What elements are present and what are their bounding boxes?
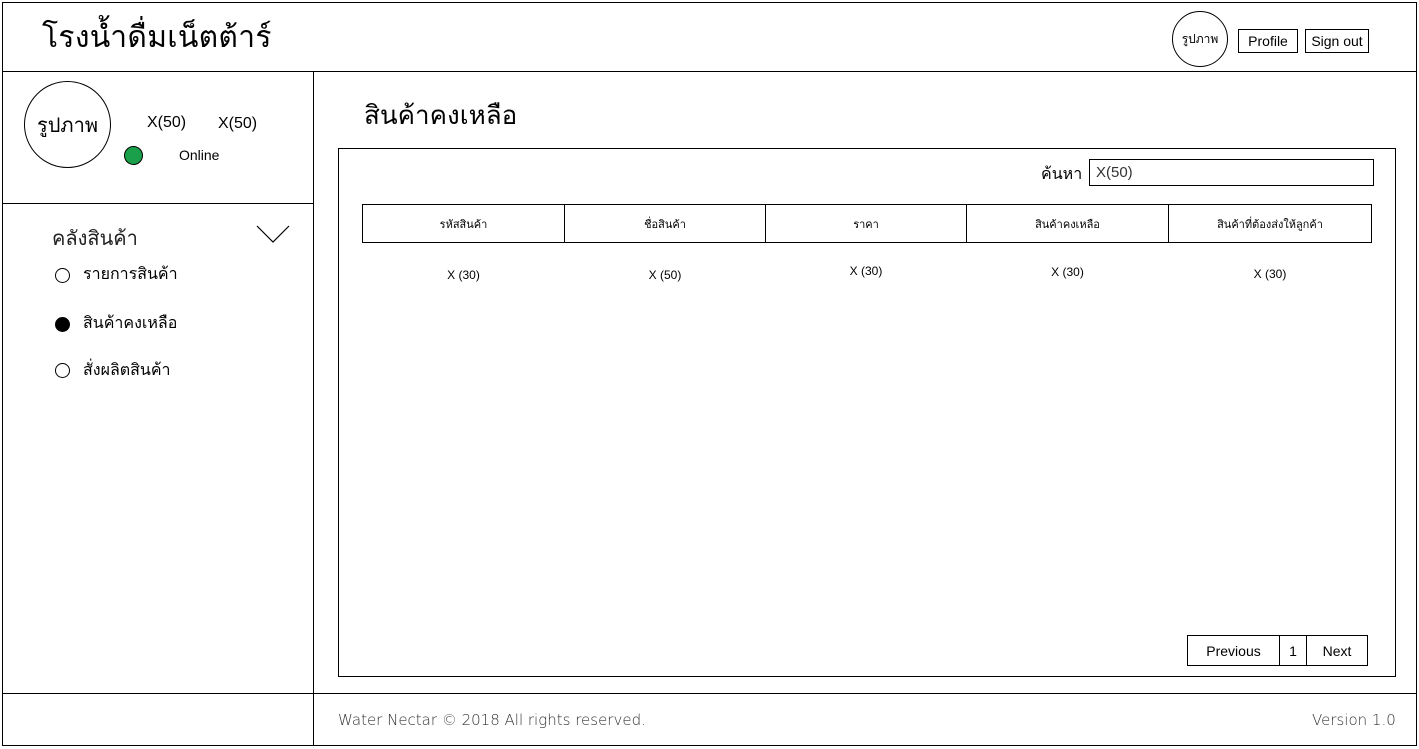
user-field-1: X(50) (147, 114, 187, 131)
sidebar-section-title[interactable]: คลังสินค้า (52, 222, 138, 254)
profile-button[interactable]: Profile (1238, 29, 1298, 53)
status-online-icon (124, 146, 143, 165)
page-1-button[interactable]: 1 (1279, 635, 1307, 666)
header-avatar[interactable]: รูปภาพ (1172, 11, 1228, 67)
header-avatar-label: รูปภาพ (1181, 31, 1219, 46)
table-cell-price: X (30) (849, 264, 883, 278)
table-cell-to-deliver: X (30) (1253, 267, 1287, 281)
user-avatar: รูปภาพ (24, 81, 111, 168)
column-header-product-name[interactable]: ชื่อสินค้า (564, 204, 766, 243)
user-panel-divider (2, 203, 314, 204)
column-header-price[interactable]: ราคา (765, 204, 967, 243)
column-header-stock-remaining[interactable]: สินค้าคงเหลือ (966, 204, 1169, 243)
footer-copyright: Water Nectar © 2018 All rights reserved. (338, 711, 646, 729)
sidebar-item-label: รายการสินค้า (83, 264, 178, 283)
sidebar-item-label: สินค้าคงเหลือ (83, 313, 178, 332)
search-input[interactable]: X(50) (1089, 159, 1374, 186)
radio-selected-icon (55, 317, 70, 332)
column-header-to-deliver[interactable]: สินค้าที่ต้องส่งให้ลูกค้า (1168, 204, 1372, 243)
radio-icon (55, 363, 70, 378)
user-avatar-label: รูปภาพ (36, 112, 99, 137)
sidebar-item-label: สั่งผลิตสินค้า (83, 360, 171, 379)
sidebar-divider (313, 71, 314, 746)
chevron-down-icon[interactable] (256, 222, 290, 244)
signout-button[interactable]: Sign out (1305, 29, 1369, 53)
table-cell-stock-remaining: X (30) (1051, 265, 1084, 279)
status-text: Online (179, 147, 220, 163)
app-title: โรงน้ำดื่มเน็ตต้าร์ (42, 20, 272, 55)
column-header-product-code[interactable]: รหัสสินค้า (362, 204, 565, 243)
next-button[interactable]: Next (1306, 635, 1368, 666)
header-divider (2, 71, 1417, 72)
page-title: สินค้าคงเหลือ (364, 101, 518, 131)
previous-button[interactable]: Previous (1187, 635, 1280, 666)
search-label: ค้นหา (1041, 164, 1083, 183)
footer-divider (2, 693, 1417, 694)
sidebar-item-product-list[interactable]: รายการสินค้า (54, 262, 284, 288)
footer-version: Version 1.0 (1312, 711, 1396, 729)
table-cell-product-name: X (50) (648, 268, 682, 282)
radio-icon (55, 268, 70, 283)
sidebar-item-production-order[interactable]: สั่งผลิตสินค้า (54, 358, 284, 384)
user-field-2: X(50) (218, 115, 258, 132)
sidebar-item-remaining-stock[interactable]: สินค้าคงเหลือ (54, 311, 284, 337)
table-cell-product-code: X (30) (447, 268, 480, 282)
